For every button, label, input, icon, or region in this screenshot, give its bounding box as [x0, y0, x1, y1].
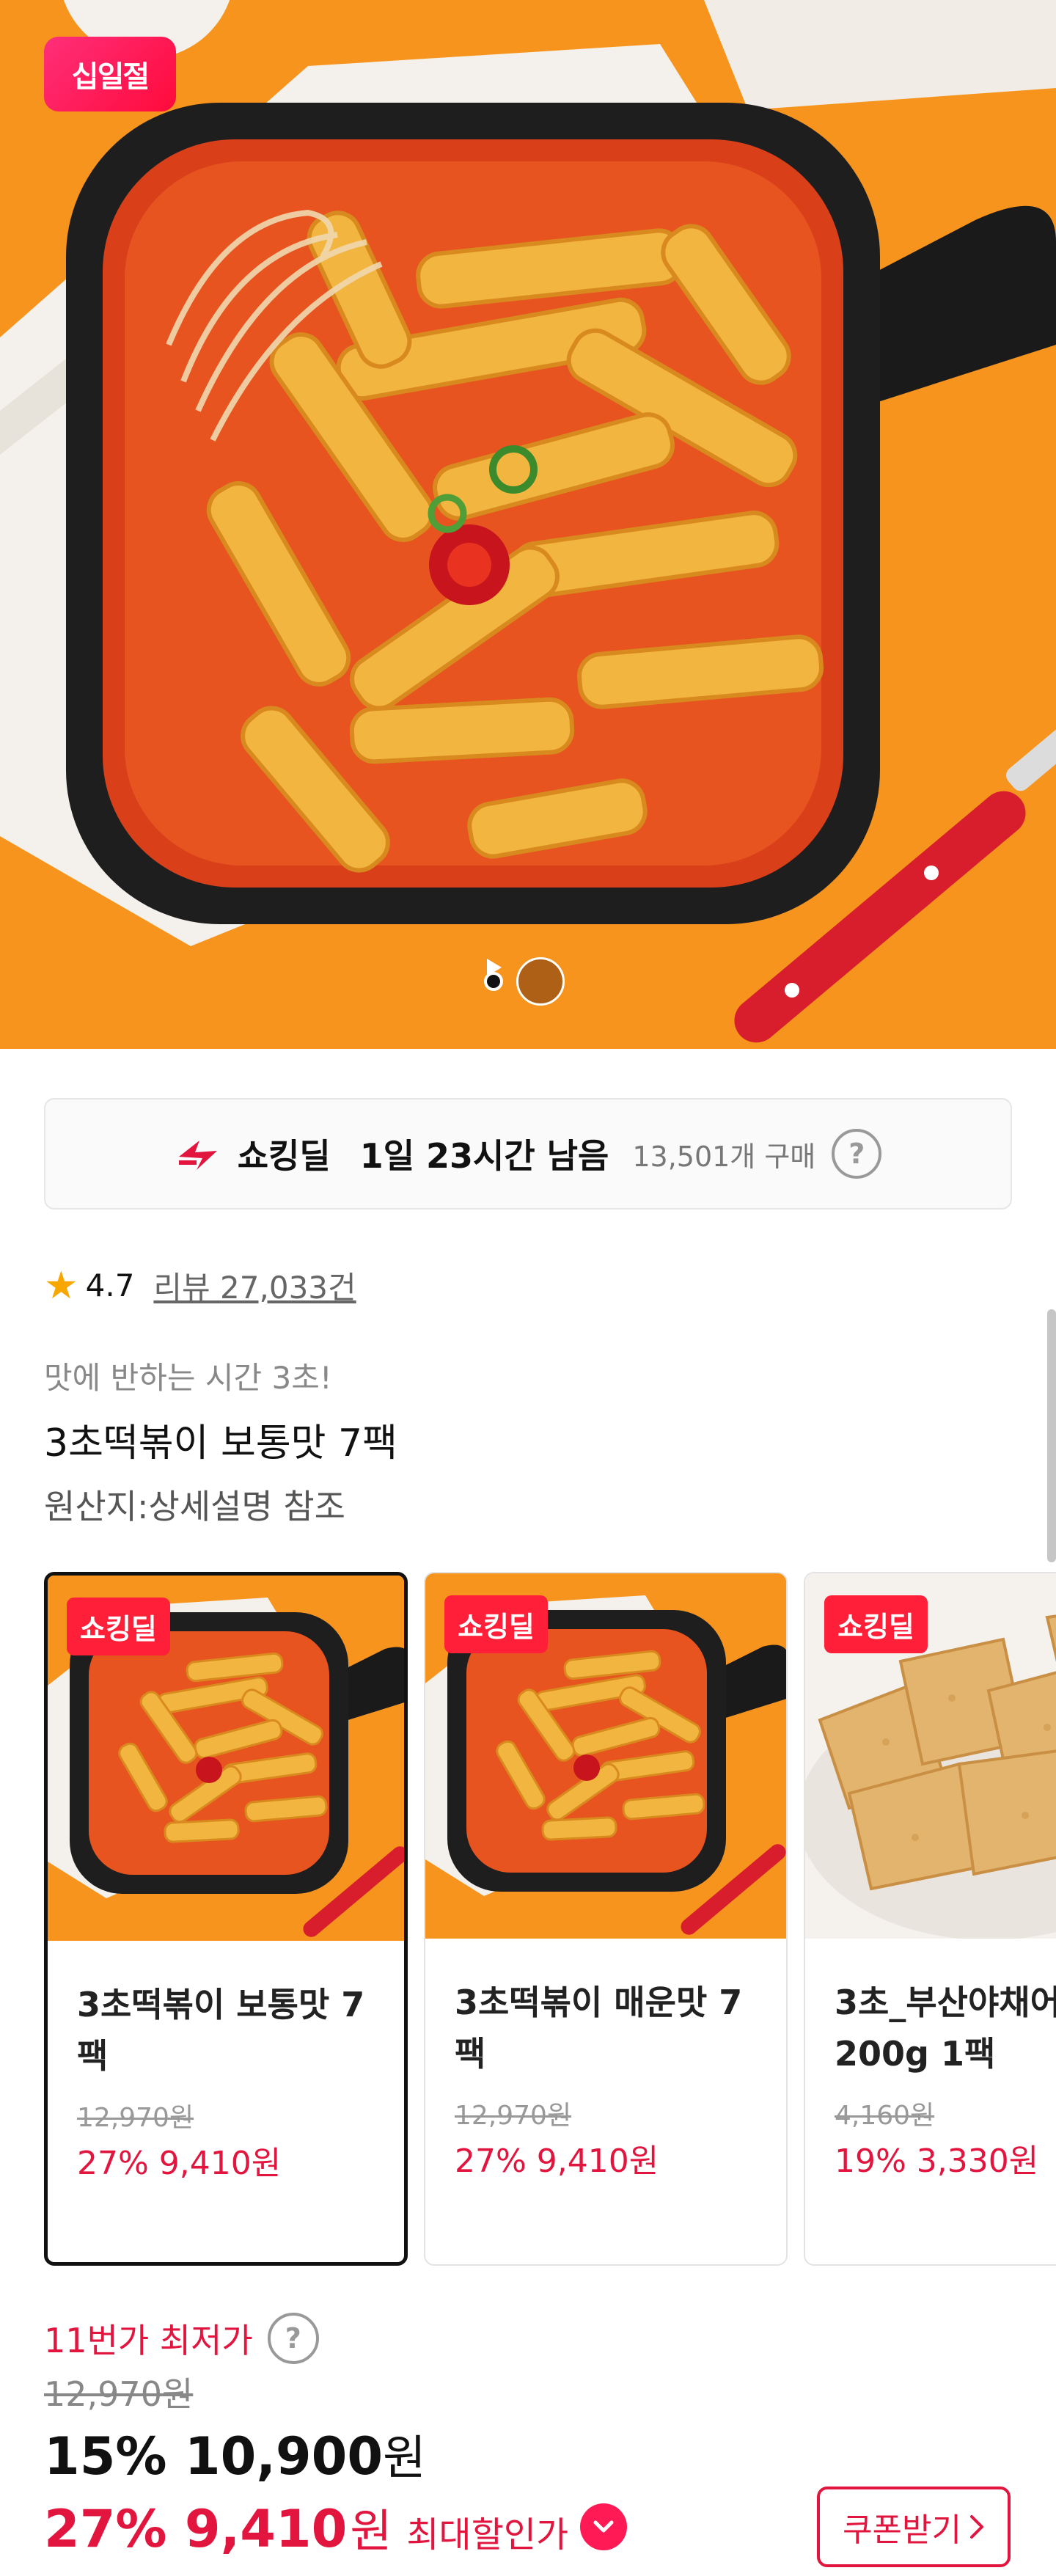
option-thumbnail: 쇼킹딜 [48, 1576, 404, 1941]
review-count-link[interactable]: 리뷰 27,033건 [153, 1263, 356, 1308]
max-discount-label: 최대할인가 [406, 2514, 569, 2555]
option-sale-price: 27% 9,410원 [455, 2143, 659, 2180]
option-original-price: 12,970원 [77, 2103, 194, 2133]
option-name: 3초떡볶이 보통맛 7팩 [77, 1985, 365, 2076]
option-name: 3초떡볶이 매운맛 7팩 [455, 1983, 743, 2074]
shocking-deal-tag: 쇼킹딜 [824, 1595, 928, 1653]
max-discount-price-unit: 원 [350, 2504, 392, 2558]
option-sale-price: 19% 3,330원 [835, 2143, 1039, 2180]
max-discount-price-row: 27% 9,410 원 최대할인가 [44, 2494, 628, 2560]
chevron-down-icon[interactable] [580, 2503, 628, 2550]
lowest-price-help-icon[interactable]: ? [267, 2313, 319, 2364]
coupon-label: 쿠폰받기 [843, 2511, 961, 2549]
discount-price-15-unit: 원 [383, 2432, 426, 2486]
product-origin: 원산지:상세설명 참조 [44, 1487, 346, 1526]
option-card[interactable]: 쇼킹딜 3초떡볶이 매운맛 7팩 12,970원 27% 9,410원 [424, 1572, 788, 2266]
deal-purchase-count: 13,501개 구매 [632, 1140, 816, 1173]
11-day-sale-badge: 십일절 [44, 37, 176, 111]
option-name: 3초_부산야채어묵 200g 1팩 [835, 1983, 1056, 2074]
chevron-right-icon [969, 2515, 983, 2539]
option-thumbnail: 쇼킹딜 [425, 1573, 786, 1939]
lowest-price-label-row: 11번가 최저가 ? [44, 2313, 319, 2364]
option-card[interactable]: 쇼킹딜 3초_부산야채어묵 200g 1팩 4,160원 19% 3,330원 [804, 1572, 1056, 2266]
shocking-deal-bolt-icon [178, 1141, 217, 1170]
product-title: 3초떡볶이 보통맛 7팩 [44, 1421, 397, 1466]
deal-help-icon[interactable]: ? [832, 1129, 882, 1179]
option-original-price: 12,970원 [455, 2101, 572, 2131]
rating-row: ★ 4.7 리뷰 27,033건 [44, 1263, 356, 1308]
carousel-indicator [484, 957, 565, 1006]
product-slogan: 맛에 반하는 시간 3초! [44, 1360, 332, 1396]
product-hero-image[interactable]: 십일절 [0, 0, 1056, 1049]
option-thumbnail: 쇼킹딜 [805, 1573, 1056, 1939]
play-icon[interactable] [487, 957, 565, 1006]
option-original-price: 4,160원 [835, 2101, 935, 2131]
discount-price-15: 15% 10,900원 [44, 2421, 426, 2488]
original-price: 12,970원 [44, 2374, 194, 2414]
lowest-price-label: 11번가 최저가 [44, 2321, 253, 2360]
max-discount-price-value: 27% 9,410 [44, 2499, 348, 2559]
get-coupon-button[interactable]: 쿠폰받기 [817, 2487, 1011, 2567]
option-sale-price: 27% 9,410원 [77, 2145, 282, 2182]
rating-score: 4.7 [85, 1267, 135, 1303]
shocking-deal-tag: 쇼킹딜 [444, 1595, 548, 1653]
shocking-deal-tag: 쇼킹딜 [67, 1598, 170, 1655]
deal-time-left: 1일 23시간 남음 [359, 1136, 609, 1176]
tteokbokki-pan-illustration [0, 0, 1056, 1049]
shocking-deal-bar: 쇼킹딜 1일 23시간 남음 13,501개 구매 ? [44, 1098, 1012, 1210]
option-card-carousel[interactable]: 쇼킹딜 3초떡볶이 보통맛 7팩 12,970원 27% 9,410원 쇼킹딜 … [44, 1572, 1056, 2269]
option-card-selected[interactable]: 쇼킹딜 3초떡볶이 보통맛 7팩 12,970원 27% 9,410원 [44, 1572, 408, 2266]
deal-name: 쇼킹딜 [237, 1136, 331, 1176]
discount-price-15-value: 15% 10,900 [44, 2426, 384, 2487]
page-scrollbar[interactable] [1047, 1309, 1056, 1562]
star-icon: ★ [44, 1263, 78, 1308]
